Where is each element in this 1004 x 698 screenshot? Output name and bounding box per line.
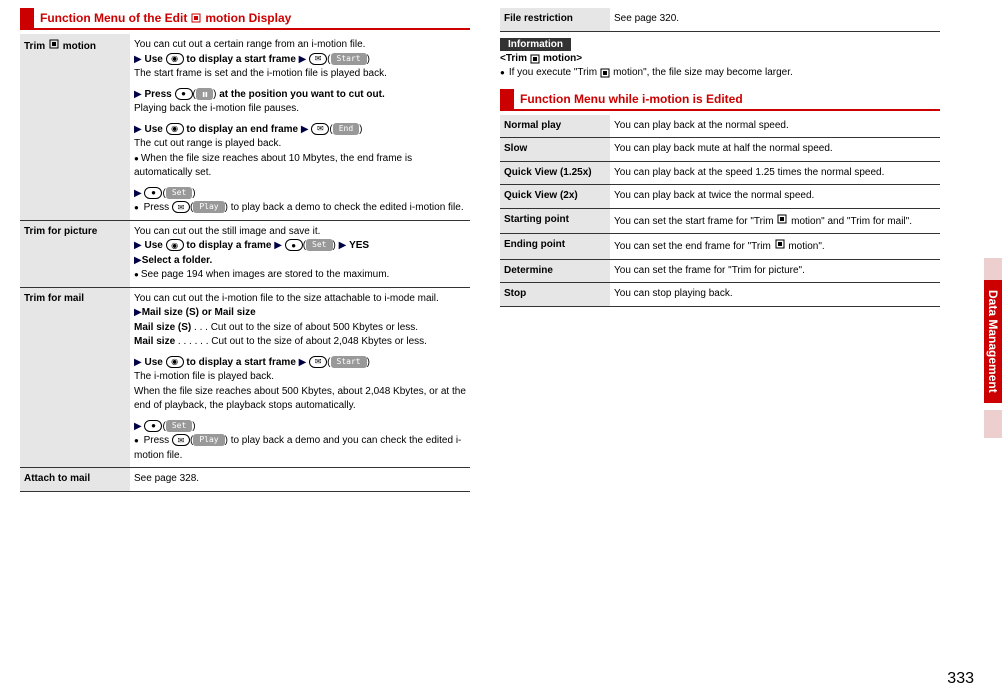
row-desc: You can cut out a certain range from an …: [130, 34, 470, 220]
table-row: SlowYou can play back mute at half the n…: [500, 138, 940, 162]
section-header-2: Function Menu while i-motion is Edited: [500, 89, 940, 111]
center-btn-icon: ●: [144, 187, 162, 199]
table-row: StopYou can stop playing back.: [500, 283, 940, 307]
header1-prefix: Function Menu of the Edit: [40, 11, 187, 25]
table-row: Trim for mail You can cut out the i-moti…: [20, 287, 470, 468]
arrow-icon: ▶: [274, 240, 282, 251]
header2-text: Function Menu while i-motion is Edited: [520, 92, 743, 106]
row-label: Trim motion: [20, 34, 130, 220]
row-label: Attach to mail: [20, 468, 130, 492]
table-row: Normal playYou can play back at the norm…: [500, 115, 940, 138]
mail-icon: ✉: [172, 201, 190, 213]
dpad-icon: ◉: [166, 123, 184, 135]
right-top-table: File restriction See page 320.: [500, 8, 940, 32]
arrow-icon: ▶: [134, 188, 142, 199]
table-row: DetermineYou can set the frame for "Trim…: [500, 259, 940, 283]
arrow-icon: ▶: [134, 357, 142, 368]
arrow-icon: ▶: [134, 240, 142, 251]
arrow-icon: ▶: [134, 54, 142, 65]
information-box: Information: [500, 38, 571, 51]
row-desc: See page 328.: [130, 468, 470, 492]
arrow-icon: ▶: [299, 357, 307, 368]
set-chip: Set: [166, 420, 192, 432]
side-tab: Data Management: [984, 280, 1002, 403]
arrow-icon: ▶: [339, 240, 347, 251]
table-row: Attach to mail See page 328.: [20, 468, 470, 492]
pause-chip: [196, 88, 213, 100]
dpad-icon: ◉: [166, 53, 184, 65]
side-tab-bg-bottom: [984, 410, 1002, 438]
row-desc: You can cut out the still image and save…: [130, 220, 470, 287]
table-row: File restriction See page 320.: [500, 8, 940, 31]
end-chip: End: [333, 123, 359, 135]
section-header-1: Function Menu of the Edit motion Display: [20, 8, 470, 30]
play-chip: Play: [193, 201, 224, 213]
imotion-icon: [774, 238, 786, 250]
side-tab-bg-top: [984, 258, 1002, 280]
left-column: Function Menu of the Edit motion Display…: [20, 8, 470, 492]
row-label: File restriction: [500, 8, 610, 31]
dpad-icon: ◉: [166, 239, 184, 251]
center-btn-icon: ●: [144, 420, 162, 432]
row-label: Trim for mail: [20, 287, 130, 468]
set-chip: Set: [306, 239, 332, 251]
table-row: Starting pointYou can set the start fram…: [500, 208, 940, 234]
row-desc: You can cut out the i-motion file to the…: [130, 287, 470, 468]
arrow-icon: ▶: [134, 89, 142, 100]
left-menu-table: Trim motion You can cut out a certain ra…: [20, 34, 470, 492]
play-chip: Play: [193, 434, 224, 446]
set-chip: Set: [166, 187, 192, 199]
mail-icon: ✉: [309, 53, 327, 65]
table-row: Quick View (2x)You can play back at twic…: [500, 185, 940, 209]
information-subtitle: <Trim motion>: [500, 53, 940, 65]
table-row: Trim motion You can cut out a certain ra…: [20, 34, 470, 220]
arrow-icon: ▶: [301, 124, 309, 135]
row-label: Trim for picture: [20, 220, 130, 287]
mail-icon: ✉: [309, 356, 327, 368]
arrow-icon: ▶: [299, 54, 307, 65]
right-menu-table: Normal playYou can play back at the norm…: [500, 115, 940, 307]
start-chip: Start: [331, 356, 367, 368]
table-row: Quick View (1.25x)You can play back at t…: [500, 161, 940, 185]
dpad-icon: ◉: [166, 356, 184, 368]
header1-suffix: motion Display: [205, 11, 291, 25]
arrow-icon: ▶: [134, 421, 142, 432]
mail-icon: ✉: [311, 123, 329, 135]
start-chip: Start: [331, 53, 367, 65]
imotion-icon: [529, 53, 541, 65]
center-btn-icon: ●: [175, 88, 193, 100]
mail-icon: ✉: [172, 434, 190, 446]
information-line: If you execute "Trim motion", the file s…: [500, 67, 940, 79]
imotion-icon: [48, 38, 60, 50]
arrow-icon: ▶: [134, 255, 142, 266]
table-row: Ending pointYou can set the end frame fo…: [500, 234, 940, 260]
row-desc: See page 320.: [610, 8, 940, 31]
center-btn-icon: ●: [285, 239, 303, 251]
arrow-icon: ▶: [134, 124, 142, 135]
imotion-icon: [776, 213, 788, 225]
right-column: File restriction See page 320. Informati…: [500, 8, 940, 492]
imotion-icon: [190, 12, 202, 24]
page-number: 333: [947, 670, 974, 688]
table-row: Trim for picture You can cut out the sti…: [20, 220, 470, 287]
imotion-icon: [599, 67, 611, 79]
arrow-icon: ▶: [134, 307, 142, 318]
page-columns: Function Menu of the Edit motion Display…: [20, 8, 984, 492]
